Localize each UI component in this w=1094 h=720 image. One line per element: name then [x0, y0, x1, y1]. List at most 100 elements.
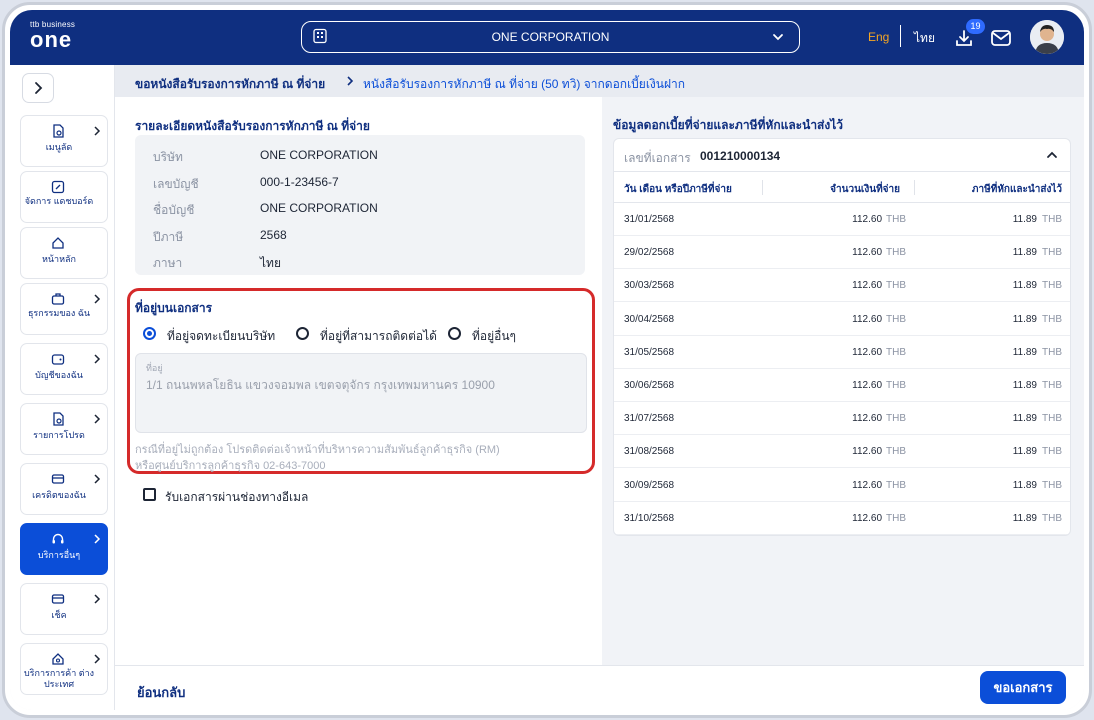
- language-english[interactable]: Eng: [868, 30, 889, 44]
- back-button[interactable]: ย้อนกลับ: [137, 682, 185, 703]
- chevron-right-icon: [94, 534, 101, 544]
- company-name: ONE CORPORATION: [491, 30, 610, 44]
- sidebar-item-manage-dashboard[interactable]: จัดการ แดชบอร์ด: [20, 171, 108, 223]
- sidebar-item-favorites[interactable]: รายการโปรด: [20, 403, 108, 455]
- table-row: 31/01/2568 112.60 THB 11.89 THB: [614, 203, 1070, 236]
- sidebar-item-my-transactions[interactable]: ธุรกรรมของ ฉัน: [20, 283, 108, 335]
- row-amount-currency: THB: [886, 247, 906, 259]
- sidebar-item-label: เช็ค: [51, 610, 67, 620]
- sidebar-item-label: บริการอื่นๆ: [37, 550, 81, 560]
- interest-data-panel: ข้อมูลดอกเบี้ยที่จ่ายและภาษีที่หักและนำส…: [602, 97, 1084, 665]
- column-header-date: วัน เดือน หรือปีภาษีที่จ่าย: [624, 184, 732, 195]
- sidebar-expand-button[interactable]: [22, 73, 54, 103]
- row-tax-currency: THB: [1042, 380, 1062, 391]
- table-row: 31/07/2568 112.60 THB 11.89 THB: [614, 402, 1070, 436]
- sidebar-item-my-credit[interactable]: เครดิตของฉัน: [20, 463, 108, 515]
- column-header-amount: จำนวนเงินที่จ่าย: [830, 184, 900, 195]
- section-title: รายละเอียดหนังสือรับรองการหักภาษี ณ ที่จ…: [135, 119, 370, 133]
- row-amount-currency: THB: [886, 479, 906, 491]
- info-value: ONE CORPORATION: [260, 201, 378, 215]
- sidebar-item-my-accounts[interactable]: บัญชีของฉัน: [20, 343, 108, 395]
- footer-bar: ย้อนกลับ ขอเอกสาร: [115, 665, 1084, 710]
- breadcrumb: ขอหนังสือรับรองการหักภาษี ณ ที่จ่าย หนัง…: [115, 65, 1084, 97]
- row-tax: 11.89: [1012, 512, 1037, 524]
- mail-icon[interactable]: [990, 29, 1012, 47]
- radio-selected-icon: [143, 327, 156, 340]
- user-avatar[interactable]: [1030, 20, 1064, 54]
- row-tax-currency: THB: [1042, 479, 1062, 491]
- row-amount-currency: THB: [886, 512, 906, 524]
- column-divider: [762, 180, 763, 195]
- table-row: 30/03/2568 112.60 THB 11.89 THB: [614, 269, 1070, 303]
- info-value: 000-1-23456-7: [260, 175, 339, 189]
- row-amount: 112.60: [852, 313, 882, 325]
- logo-big-text: one: [30, 27, 73, 52]
- sidebar-item-cheque[interactable]: เช็ค: [20, 583, 108, 635]
- language-divider: [900, 25, 901, 47]
- chevron-up-icon[interactable]: [1046, 150, 1058, 160]
- download-count-badge: 19: [966, 19, 985, 34]
- request-document-button[interactable]: ขอเอกสาร: [980, 671, 1066, 704]
- address-field-label: ที่อยู่: [146, 363, 163, 373]
- address-field-value: 1/1 ถนนพหลโยธิน แขวงจอมพล เขตจตุจักร กรุ…: [146, 378, 495, 392]
- table-row: 30/04/2568 112.60 THB 11.89 THB: [614, 303, 1070, 336]
- chevron-right-icon: [35, 82, 43, 94]
- column-header-tax: ภาษีที่หักและนำส่งไว้: [971, 184, 1062, 195]
- row-amount: 112.60: [852, 280, 882, 292]
- row-amount-currency: THB: [886, 346, 906, 358]
- row-date: 29/02/2568: [624, 247, 675, 259]
- chevron-right-icon: [94, 654, 101, 664]
- table-row: 30/06/2568 112.60 THB 11.89 THB: [614, 369, 1070, 402]
- language-thai[interactable]: ไทย: [914, 29, 935, 48]
- row-tax-currency: THB: [1042, 346, 1062, 358]
- radio-label: ที่อยู่อื่นๆ: [472, 329, 517, 343]
- info-value: ไทย: [260, 256, 281, 270]
- table-row: 31/05/2568 112.60 THB 11.89 THB: [614, 336, 1070, 369]
- row-amount: 112.60: [852, 479, 882, 491]
- radio-label: ที่อยู่ที่สามารถติดต่อได้: [320, 329, 437, 343]
- sidebar-item-international-trade[interactable]: บริการการค้า ต่างประเทศ: [20, 643, 108, 695]
- menu-shortcut-icon: [53, 124, 64, 138]
- row-tax-currency: THB: [1042, 413, 1062, 425]
- row-amount-currency: THB: [886, 313, 906, 325]
- sidebar-item-label: เครดิตของฉัน: [32, 490, 86, 500]
- chevron-down-icon: [773, 34, 783, 41]
- top-header: ttb business one ONE CORPORATION Eng ไทย…: [10, 10, 1084, 65]
- credit-card-icon: [51, 474, 65, 484]
- row-tax-currency: THB: [1042, 313, 1062, 325]
- document-number-value: 001210000134: [700, 149, 781, 163]
- checkbox-label: รับเอกสารผ่านช่องทางอีเมล: [165, 490, 309, 504]
- row-date: 30/09/2568: [624, 479, 675, 491]
- address-field[interactable]: ที่อยู่ 1/1 ถนนพหลโยธิน แขวงจอมพล เขตจตุ…: [135, 353, 587, 433]
- row-amount: 112.60: [852, 446, 882, 458]
- address-note-line2: หรือศูนย์บริการลูกค้าธุรกิจ 02-643-7000: [135, 460, 326, 472]
- checkbox-icon: [143, 488, 156, 501]
- sidebar-item-other-services[interactable]: บริการอื่นๆ: [20, 523, 108, 575]
- row-date: 31/07/2568: [624, 413, 675, 425]
- row-amount: 112.60: [852, 346, 882, 358]
- company-selector[interactable]: ONE CORPORATION: [301, 21, 800, 53]
- row-tax-currency: THB: [1042, 446, 1062, 458]
- sidebar-item-shortcut-menu[interactable]: เมนูลัด: [20, 115, 108, 167]
- sidebar-item-home[interactable]: หน้าหลัก: [20, 227, 108, 279]
- row-amount-currency: THB: [886, 214, 906, 225]
- row-tax-currency: THB: [1042, 247, 1062, 259]
- row-tax: 11.89: [1012, 280, 1037, 292]
- interest-section-title: ข้อมูลดอกเบี้ยที่จ่ายและภาษีที่หักและนำส…: [613, 118, 844, 132]
- row-tax: 11.89: [1012, 413, 1037, 425]
- breadcrumb-parent[interactable]: ขอหนังสือรับรองการหักภาษี ณ ที่จ่าย: [135, 75, 325, 94]
- row-date: 31/08/2568: [624, 446, 675, 458]
- cheque-icon: [51, 594, 65, 604]
- document-number-header[interactable]: เลขที่เอกสาร 001210000134: [614, 139, 1070, 172]
- info-key: บริษัท: [153, 150, 183, 164]
- info-value: ONE CORPORATION: [260, 148, 378, 162]
- sidebar-item-label: เมนูลัด: [45, 142, 73, 152]
- row-amount-currency: THB: [886, 413, 906, 425]
- brand-logo[interactable]: ttb business one: [30, 20, 75, 51]
- details-info-box: บริษัท ONE CORPORATION เลขบัญชี 000-1-23…: [135, 135, 585, 275]
- info-key: ภาษา: [153, 256, 183, 270]
- table-row: 29/02/2568 112.60 THB 11.89 THB: [614, 236, 1070, 270]
- row-tax: 11.89: [1012, 313, 1037, 325]
- row-tax-currency: THB: [1042, 512, 1062, 524]
- info-key: ชื่อบัญชี: [153, 203, 195, 217]
